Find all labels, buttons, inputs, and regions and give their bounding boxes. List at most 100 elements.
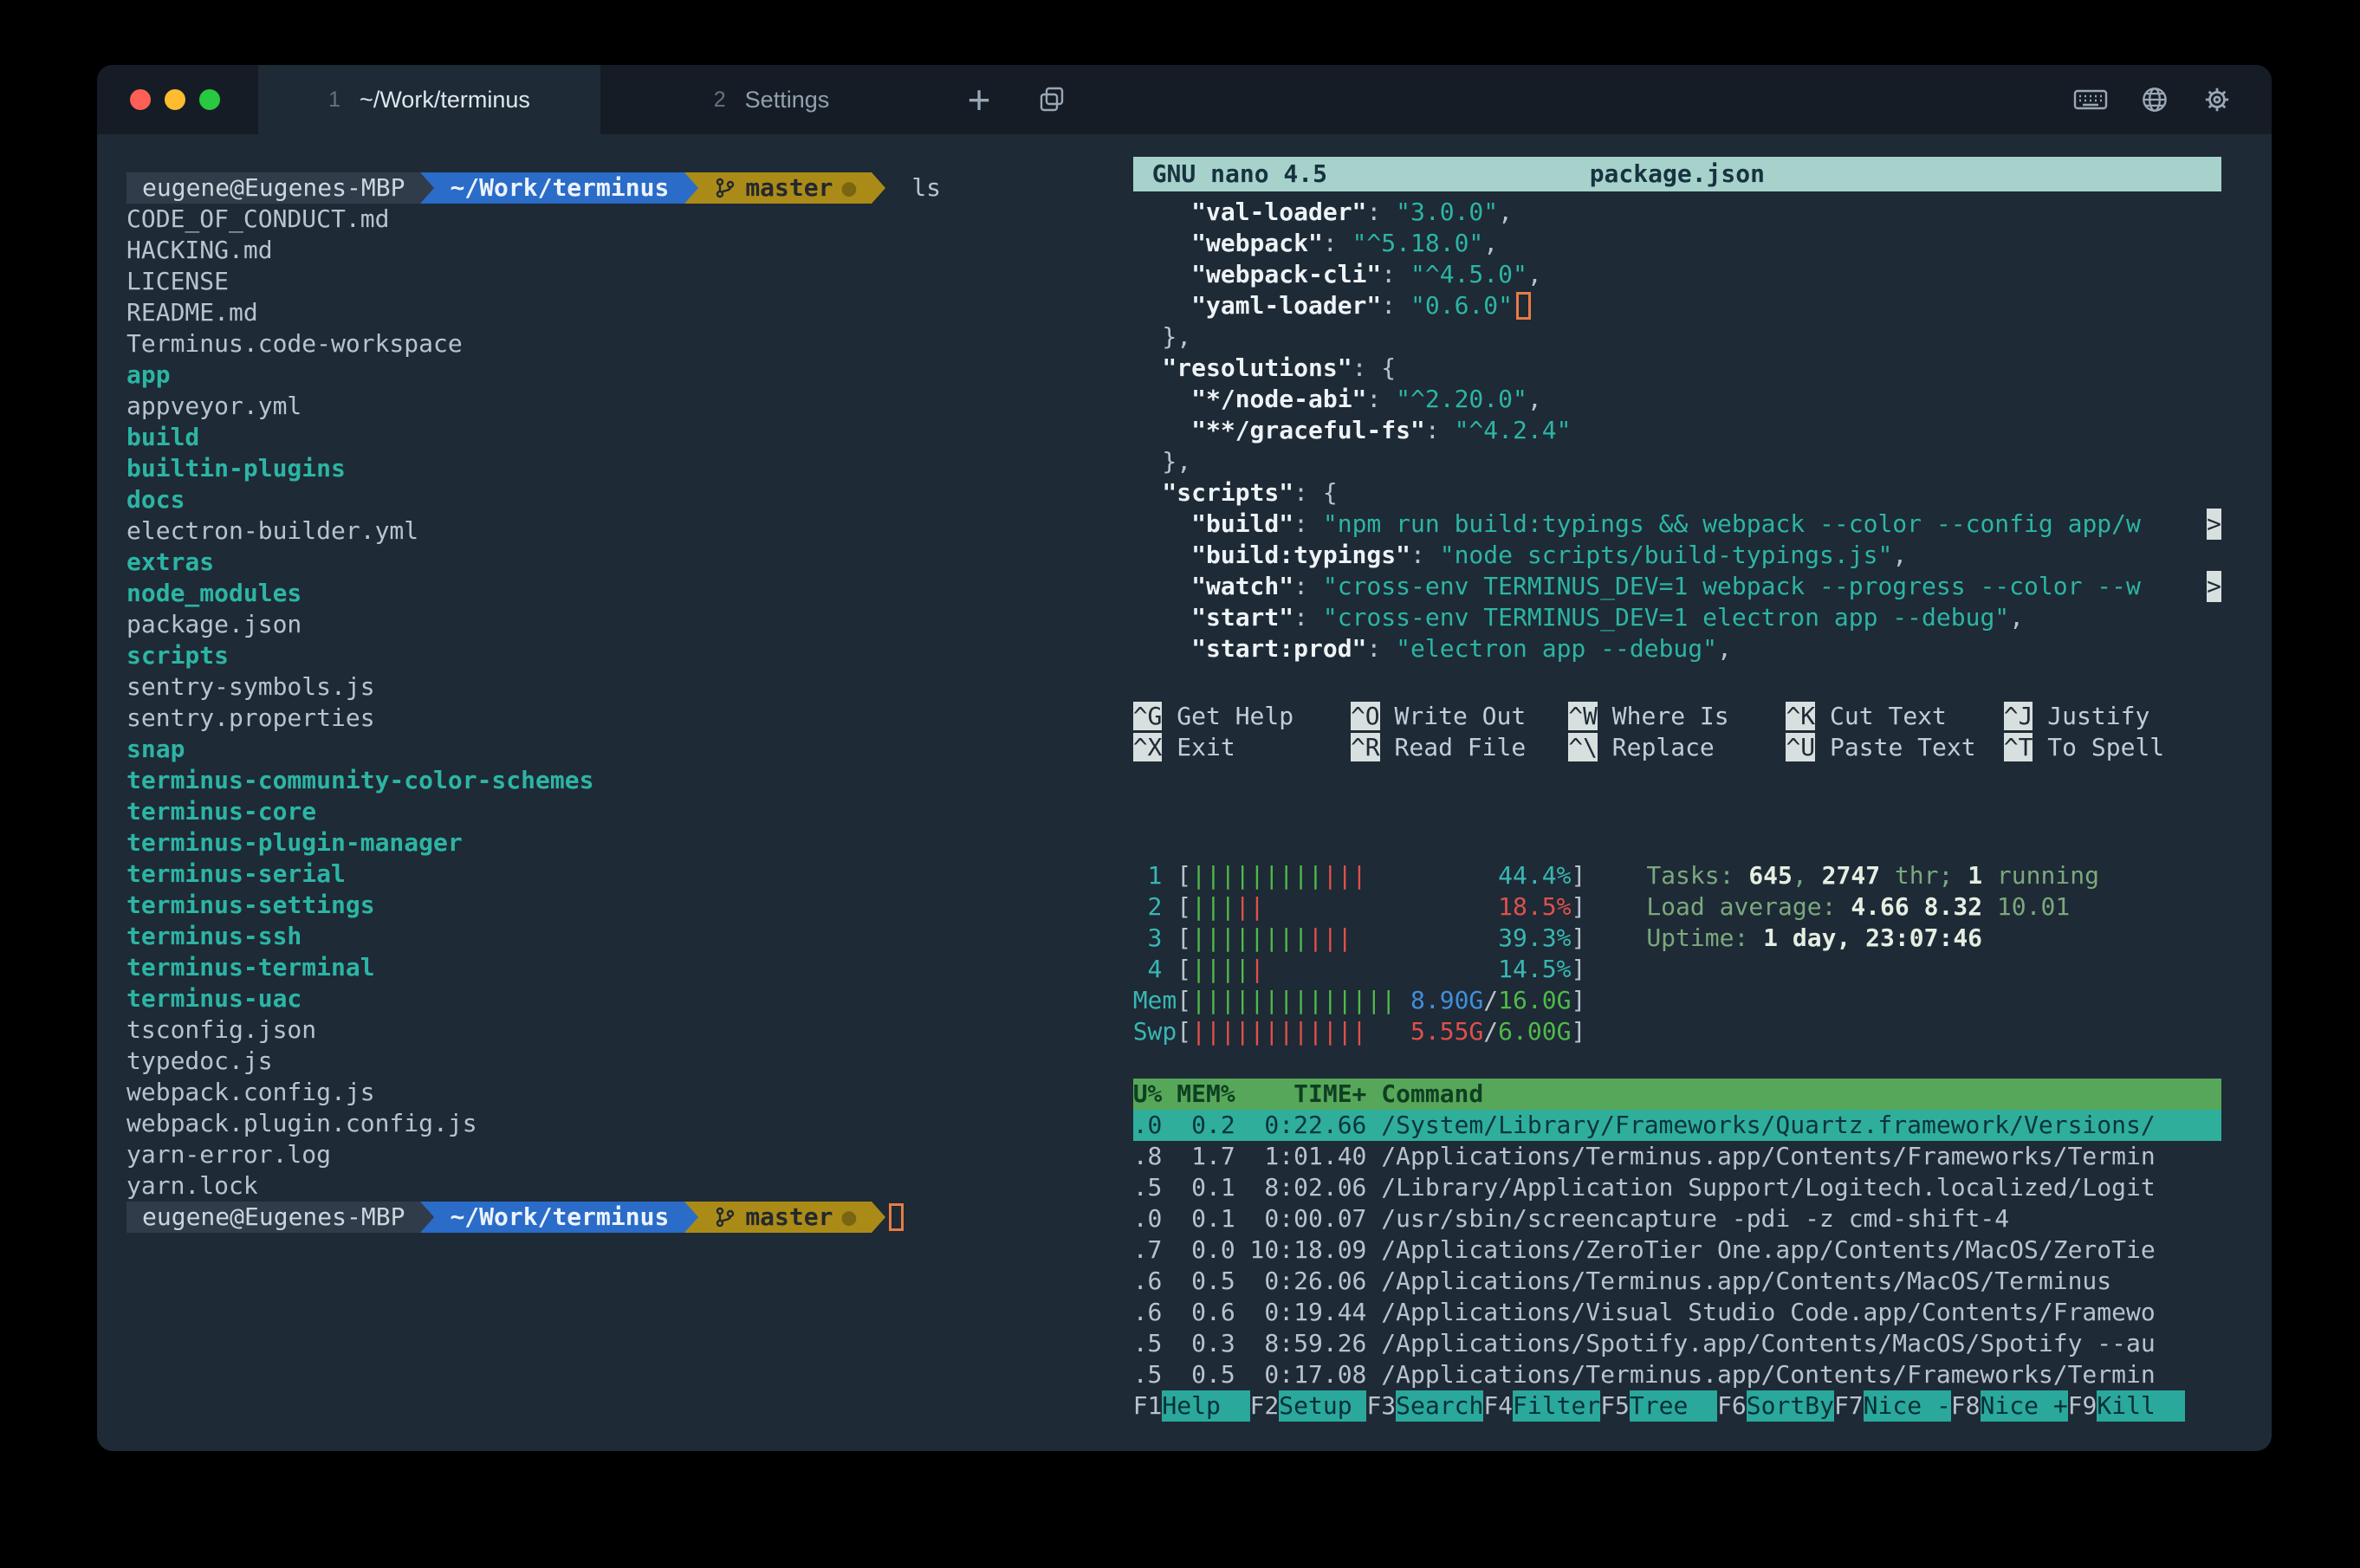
nano-shortcut: ^R Read File xyxy=(1351,732,1568,763)
overlapping-windows-icon xyxy=(1037,85,1067,114)
cpu-meter: 2 [||||| 18.5%] xyxy=(1133,891,1586,923)
directory-entry: app xyxy=(126,360,1119,391)
powerline-arrow xyxy=(420,1202,434,1233)
nano-shortcut: ^W Where Is xyxy=(1568,701,1786,732)
maximize-button[interactable] xyxy=(199,89,220,110)
nano-code-line: }, xyxy=(1133,321,2221,353)
nano-shortcut-label: Where Is xyxy=(1598,702,1729,730)
htop-meter-area: 1 [|||||||||||| 44.4%] 2 [||||| 18.5%] 3… xyxy=(1133,860,2221,1047)
keyboard-icon[interactable] xyxy=(2072,85,2109,114)
split-pane-icon[interactable] xyxy=(1015,65,1088,134)
nano-code-line: "resolutions": { xyxy=(1133,353,2221,384)
fkey-label: Kill xyxy=(2097,1390,2184,1422)
directory-entry: build xyxy=(126,422,1119,453)
nano-shortcut-key: ^R xyxy=(1351,733,1380,761)
prompt-cwd: ~/Work/terminus xyxy=(434,1202,684,1233)
git-branch-icon xyxy=(714,177,736,199)
fkey-label: Nice + xyxy=(1981,1390,2068,1422)
htop-monitor: 1 [|||||||||||| 44.4%] 2 [||||| 18.5%] 3… xyxy=(1133,860,2221,1422)
process-table-header: U% MEM% TIME+ Command xyxy=(1133,1079,2221,1110)
file-entry: tsconfig.json xyxy=(126,1014,1119,1046)
prompt-git-segment: master ● xyxy=(698,172,872,204)
nano-version: GNU nano 4.5 xyxy=(1133,159,1327,190)
terminal-cursor xyxy=(889,1203,904,1231)
htop-fkey-nice[interactable]: F7Nice - xyxy=(1834,1390,1951,1422)
nano-shortcut-key: ^T xyxy=(2004,733,2033,761)
window-controls xyxy=(97,65,258,134)
minimize-button[interactable] xyxy=(165,89,185,110)
fkey-number: F7 xyxy=(1834,1390,1864,1422)
htop-stat-line: Tasks: 645, 2747 thr; 1 running xyxy=(1646,860,2099,891)
new-tab-button[interactable]: + xyxy=(943,65,1015,134)
process-row-selected[interactable]: .0 0.2 0:22.66 /System/Library/Framework… xyxy=(1133,1110,2221,1141)
settings-gear-icon[interactable] xyxy=(2201,83,2234,116)
directory-entry: extras xyxy=(126,547,1119,578)
typed-command: ls xyxy=(911,172,941,204)
nano-code-line: "watch": "cross-env TERMINUS_DEV=1 webpa… xyxy=(1133,571,2221,602)
nano-shortcut-key: ^X xyxy=(1133,733,1163,761)
directory-entry: terminus-uac xyxy=(126,983,1119,1014)
directory-entry: docs xyxy=(126,484,1119,515)
nano-shortcut-row: ^X Exit^R Read File^\ Replace^U Paste Te… xyxy=(1133,732,2221,763)
fkey-number: F3 xyxy=(1366,1390,1396,1422)
htop-fkey-tree[interactable]: F5Tree xyxy=(1600,1390,1717,1422)
process-row[interactable]: .8 1.7 1:01.40 /Applications/Terminus.ap… xyxy=(1133,1141,2221,1172)
htop-fkey-nice[interactable]: F8Nice + xyxy=(1951,1390,2068,1422)
process-row[interactable]: .5 0.1 8:02.06 /Library/Application Supp… xyxy=(1133,1172,2221,1203)
htop-fkey-help[interactable]: F1Help xyxy=(1133,1390,1250,1422)
shell-prompt: eugene@Eugenes-MBP ~/Work/terminus maste… xyxy=(126,1202,1119,1233)
nano-shortcut-label: Write Out xyxy=(1380,702,1527,730)
terminal-pane-left[interactable]: eugene@Eugenes-MBP ~/Work/terminus maste… xyxy=(97,134,1119,1451)
nano-code-line: "start": "cross-env TERMINUS_DEV=1 elect… xyxy=(1133,602,2221,633)
tab-settings[interactable]: 2 Settings xyxy=(600,65,943,134)
fkey-number: F1 xyxy=(1133,1390,1163,1422)
tab-title: Settings xyxy=(745,87,830,113)
process-row[interactable]: .6 0.6 0:19.44 /Applications/Visual Stud… xyxy=(1133,1297,2221,1328)
nano-shortcut: ^J Justify xyxy=(2004,701,2221,732)
title-bar: 1 ~/Work/terminus 2 Settings + xyxy=(97,65,2272,134)
htop-fkey-kill[interactable]: F9Kill xyxy=(2068,1390,2185,1422)
tab-work-terminus[interactable]: 1 ~/Work/terminus xyxy=(258,65,600,134)
nano-code-line: "build:typings": "node scripts/build-typ… xyxy=(1133,540,2221,571)
terminus-window: 1 ~/Work/terminus 2 Settings + eug xyxy=(97,65,2272,1451)
tab-number: 1 xyxy=(328,87,340,113)
terminal-content: eugene@Eugenes-MBP ~/Work/terminus maste… xyxy=(97,134,2272,1451)
directory-entry: scripts xyxy=(126,640,1119,671)
htop-fkey-search[interactable]: F3Search xyxy=(1366,1390,1483,1422)
nano-code-line: "start:prod": "electron app --debug", xyxy=(1133,633,2221,664)
file-entry: LICENSE xyxy=(126,266,1119,297)
htop-function-bar: F1Help F2Setup F3SearchF4FilterF5Tree F6… xyxy=(1133,1390,2221,1422)
htop-stat-line: Uptime: 1 day, 23:07:46 xyxy=(1646,923,2099,954)
process-row[interactable]: .5 0.3 8:59.26 /Applications/Spotify.app… xyxy=(1133,1328,2221,1359)
globe-icon[interactable] xyxy=(2138,83,2171,116)
htop-fkey-filter[interactable]: F4Filter xyxy=(1483,1390,1600,1422)
cpu-meter: Mem[|||||||||||||| 8.90G/16.0G] xyxy=(1133,985,1586,1016)
process-row[interactable]: .6 0.5 0:26.06 /Applications/Terminus.ap… xyxy=(1133,1266,2221,1297)
directory-entry: terminus-serial xyxy=(126,859,1119,890)
htop-fkey-setup[interactable]: F2Setup xyxy=(1250,1390,1367,1422)
nano-shortcut-label: Justify xyxy=(2033,702,2149,730)
process-row[interactable]: .7 0.0 10:18.09 /Applications/ZeroTier O… xyxy=(1133,1234,2221,1266)
nano-shortcut-label: Cut Text xyxy=(1815,702,1947,730)
nano-shortcut-key: ^\ xyxy=(1568,733,1598,761)
fkey-number: F2 xyxy=(1250,1390,1280,1422)
nano-shortcut: ^K Cut Text xyxy=(1786,701,2003,732)
fkey-label: Tree xyxy=(1630,1390,1717,1422)
file-entry: appveyor.yml xyxy=(126,391,1119,422)
directory-entry: terminus-terminal xyxy=(126,952,1119,983)
nano-code-line: "yaml-loader": "0.6.0" xyxy=(1133,290,2221,321)
nano-code-line: "webpack-cli": "^4.5.0", xyxy=(1133,259,2221,290)
close-button[interactable] xyxy=(130,89,151,110)
process-row[interactable]: .5 0.5 0:17.08 /Applications/Terminus.ap… xyxy=(1133,1359,2221,1390)
fkey-label: Help xyxy=(1162,1390,1249,1422)
nano-shortcut: ^T To Spell xyxy=(2004,732,2221,763)
process-row[interactable]: .0 0.1 0:00.07 /usr/sbin/screencapture -… xyxy=(1133,1203,2221,1234)
terminal-pane-right[interactable]: package.json GNU nano 4.5 "val-loader": … xyxy=(1119,134,2272,1451)
directory-entry: builtin-plugins xyxy=(126,453,1119,484)
htop-fkey-sortby[interactable]: F6SortBy xyxy=(1717,1390,1834,1422)
file-listing: CODE_OF_CONDUCT.mdHACKING.mdLICENSEREADM… xyxy=(126,204,1119,1202)
nano-shortcut: ^X Exit xyxy=(1133,732,1351,763)
powerline-arrow xyxy=(420,172,434,204)
nano-shortcut-row: ^G Get Help^O Write Out^W Where Is^K Cut… xyxy=(1133,701,2221,732)
nano-code-line: }, xyxy=(1133,446,2221,477)
